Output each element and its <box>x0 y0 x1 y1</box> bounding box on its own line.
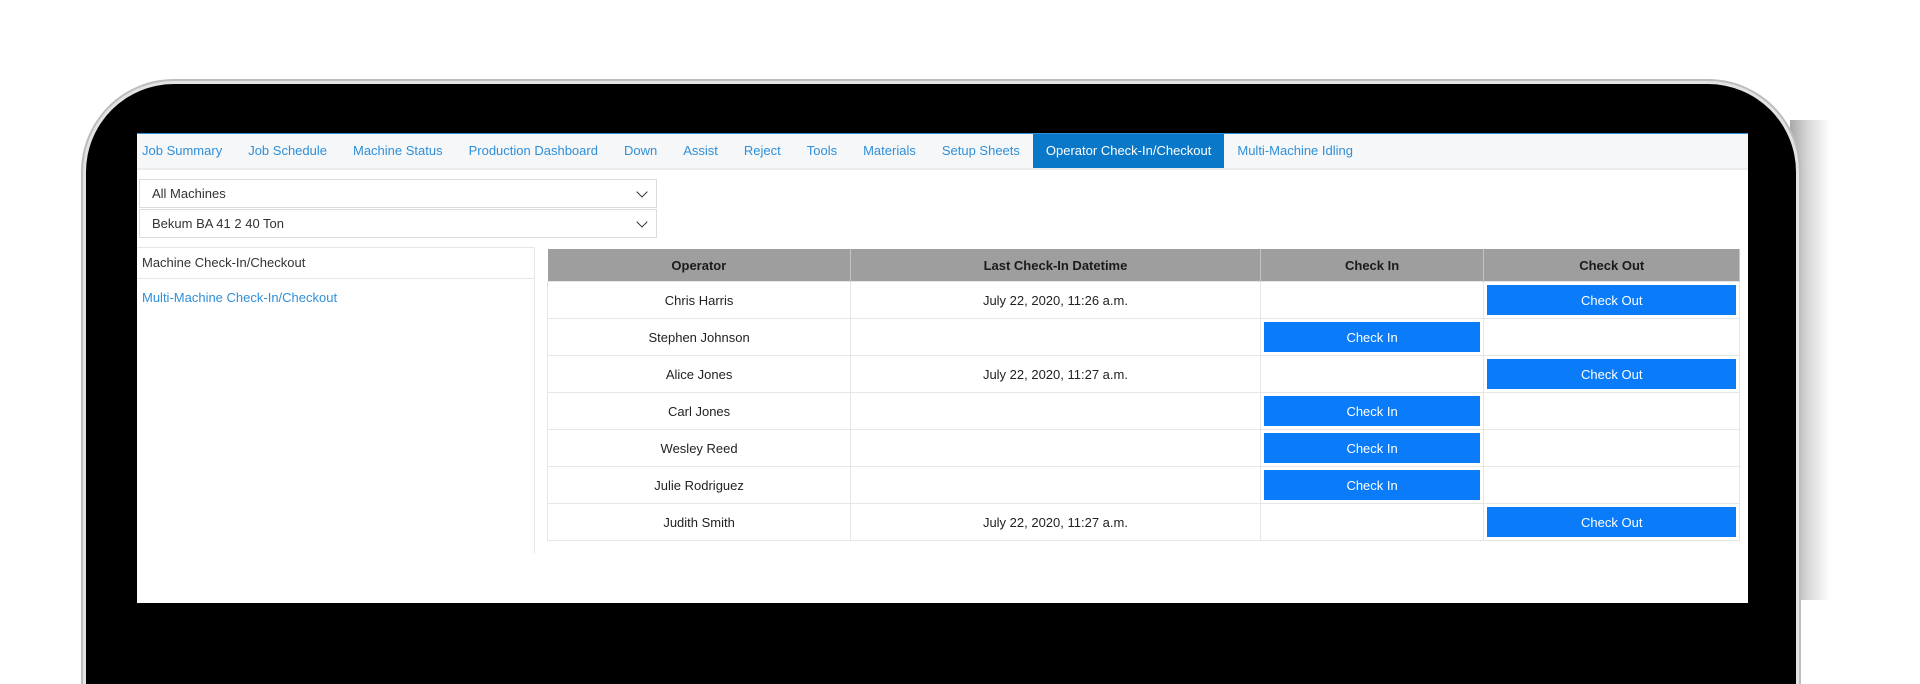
device-shadow <box>1790 120 1830 600</box>
check-in-cell <box>1259 355 1485 393</box>
sidenav-item-machine-check-in[interactable]: Machine Check-In/Checkout <box>137 248 534 279</box>
table-row: Stephen Johnson Check In <box>546 318 1740 356</box>
check-in-button[interactable]: Check In <box>1263 470 1481 500</box>
operator-table: Operator Last Check-In Datetime Check In… <box>546 249 1740 541</box>
operator-cell: Carl Jones <box>546 392 852 430</box>
check-in-cell: Check In <box>1259 392 1485 430</box>
machine-group-select[interactable]: All Machines <box>139 179 657 208</box>
table-row: Wesley Reed Check In <box>546 429 1740 467</box>
machine-value: Bekum BA 41 2 40 Ton <box>152 216 285 231</box>
check-out-cell: Check Out <box>1483 355 1740 393</box>
chevron-down-icon <box>636 185 648 198</box>
check-out-cell <box>1483 392 1740 430</box>
operator-cell: Stephen Johnson <box>546 318 852 356</box>
table-row: Carl Jones Check In <box>546 392 1740 430</box>
check-out-button[interactable]: Check Out <box>1487 285 1736 315</box>
last-check-in-cell <box>850 429 1261 467</box>
last-check-in-cell <box>850 318 1261 356</box>
operator-cell: Chris Harris <box>546 281 852 319</box>
check-out-cell: Check Out <box>1483 503 1740 541</box>
check-in-button[interactable]: Check In <box>1263 433 1481 463</box>
header-check-in: Check In <box>1260 249 1485 282</box>
sidenav-item-multi-machine-check-in[interactable]: Multi-Machine Check-In/Checkout <box>137 283 534 313</box>
check-out-cell: Check Out <box>1483 281 1740 319</box>
header-operator: Operator <box>547 249 852 282</box>
tab-bar: Job Summary Job Schedule Machine Status … <box>137 133 1748 170</box>
filter-selects: All Machines Bekum BA 41 2 40 Ton <box>139 179 657 239</box>
check-out-cell <box>1483 466 1740 504</box>
tab-production-dashboard[interactable]: Production Dashboard <box>456 134 611 168</box>
last-check-in-cell: July 22, 2020, 11:26 a.m. <box>850 281 1261 319</box>
check-in-cell: Check In <box>1259 318 1485 356</box>
check-out-button[interactable]: Check Out <box>1487 359 1736 389</box>
machine-select[interactable]: Bekum BA 41 2 40 Ton <box>139 209 657 238</box>
tab-operator-check-in-checkout[interactable]: Operator Check-In/Checkout <box>1032 134 1225 168</box>
check-in-cell <box>1259 503 1485 541</box>
table-row: Chris Harris July 22, 2020, 11:26 a.m. Che… <box>546 281 1740 319</box>
operator-cell: Alice Jones <box>546 355 852 393</box>
tab-machine-status[interactable]: Machine Status <box>340 134 456 168</box>
tab-job-summary[interactable]: Job Summary <box>137 134 235 168</box>
tab-down[interactable]: Down <box>611 134 670 168</box>
table-header-row: Operator Last Check-In Datetime Check In… <box>547 249 1740 282</box>
table-row: Julie Rodriguez Check In <box>546 466 1740 504</box>
operator-cell: Julie Rodriguez <box>546 466 852 504</box>
last-check-in-cell <box>850 392 1261 430</box>
table-row: Judith Smith July 22, 2020, 11:27 a.m. Che… <box>546 503 1740 541</box>
header-check-out: Check Out <box>1483 249 1740 282</box>
chevron-down-icon <box>636 215 648 228</box>
operator-cell: Wesley Reed <box>546 429 852 467</box>
last-check-in-cell: July 22, 2020, 11:27 a.m. <box>850 355 1261 393</box>
last-check-in-cell <box>850 466 1261 504</box>
check-out-cell <box>1483 318 1740 356</box>
table-row: Alice Jones July 22, 2020, 11:27 a.m. Chec… <box>546 355 1740 393</box>
header-last-check-in: Last Check-In Datetime <box>850 249 1261 282</box>
operator-cell: Judith Smith <box>546 503 852 541</box>
last-check-in-cell: July 22, 2020, 11:27 a.m. <box>850 503 1261 541</box>
check-in-cell <box>1259 281 1485 319</box>
tab-tools[interactable]: Tools <box>794 134 850 168</box>
side-nav: Machine Check-In/Checkout Multi-Machine … <box>137 247 535 553</box>
tab-multi-machine-idling[interactable]: Multi-Machine Idling <box>1224 134 1366 168</box>
check-out-cell <box>1483 429 1740 467</box>
tab-job-schedule[interactable]: Job Schedule <box>235 134 340 168</box>
check-in-cell: Check In <box>1259 466 1485 504</box>
machine-group-value: All Machines <box>152 186 226 201</box>
tab-materials[interactable]: Materials <box>850 134 929 168</box>
app-screen: Job Summary Job Schedule Machine Status … <box>137 133 1748 603</box>
tab-assist[interactable]: Assist <box>670 134 731 168</box>
tab-setup-sheets[interactable]: Setup Sheets <box>929 134 1033 168</box>
check-in-cell: Check In <box>1259 429 1485 467</box>
check-out-button[interactable]: Check Out <box>1487 507 1736 537</box>
check-in-button[interactable]: Check In <box>1263 322 1481 352</box>
check-in-button[interactable]: Check In <box>1263 396 1481 426</box>
tab-reject[interactable]: Reject <box>731 134 794 168</box>
